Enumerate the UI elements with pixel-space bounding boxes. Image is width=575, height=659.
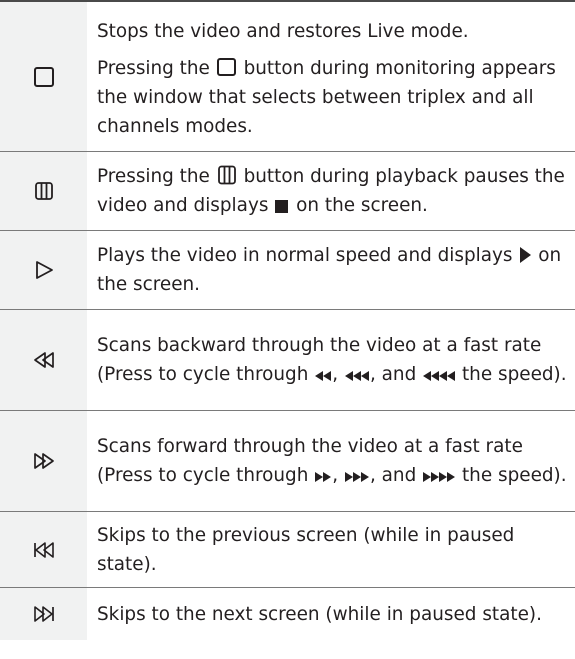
forward-speed-3x-icon [344,472,369,482]
description-text: Scans backward through the video at a fa… [97,335,567,385]
icon-cell [0,310,87,410]
description-text: Pressing the button during monitoring ap… [97,58,556,137]
play-indicator-icon [520,247,532,263]
table-row: Pressing the button during playback paus… [0,152,575,231]
icon-cell [0,512,87,587]
pause-icon [34,182,53,200]
stop-icon [216,58,236,76]
description-cell: Skips to the next screen (while in pause… [87,588,575,640]
fast-forward-icon [33,453,54,469]
description-text: Skips to the next screen (while in pause… [97,603,542,625]
description-cell: Scans backward through the video at a fa… [87,310,575,410]
previous-frame-icon [33,541,54,558]
table-row: Skips to the next screen (while in pause… [0,588,575,640]
icon-cell [0,231,87,309]
play-icon [35,261,53,279]
pause-icon [217,165,236,185]
icon-cell [0,588,87,640]
description-text: Pressing the button during playback paus… [97,165,565,216]
icon-cell [0,411,87,511]
description-text: Scans forward through the video at a fas… [97,436,567,486]
table-row: Scans backward through the video at a fa… [0,310,575,411]
rewind-speed-3x-icon [344,371,369,381]
description-text: Skips to the previous screen (while in p… [97,524,515,575]
rewind-speed-4x-icon [423,371,456,381]
description-text: Stops the video and restores Live mode. [97,21,469,42]
description-cell: Plays the video in normal speed and disp… [87,231,575,309]
description-cell: Stops the video and restores Live mode. … [87,2,575,151]
rewind-icon [33,352,54,368]
table-row: Scans forward through the video at a fas… [0,411,575,512]
next-frame-icon [33,606,54,622]
stop-icon [33,66,54,87]
icon-cell [0,152,87,230]
forward-speed-2x-icon [315,472,332,482]
description-cell: Pressing the button during playback paus… [87,152,575,230]
description-text: Plays the video in normal speed and disp… [97,245,562,295]
forward-speed-4x-icon [423,472,456,482]
description-cell: Skips to the previous screen (while in p… [87,512,575,587]
description-cell: Scans forward through the video at a fas… [87,411,575,511]
table-row: Plays the video in normal speed and disp… [0,231,575,310]
pause-indicator-icon [275,200,289,213]
rewind-speed-2x-icon [315,371,332,381]
playback-buttons-table: Stops the video and restores Live mode. … [0,0,575,640]
table-row: Stops the video and restores Live mode. … [0,2,575,152]
table-row: Skips to the previous screen (while in p… [0,512,575,588]
icon-cell [0,2,87,151]
